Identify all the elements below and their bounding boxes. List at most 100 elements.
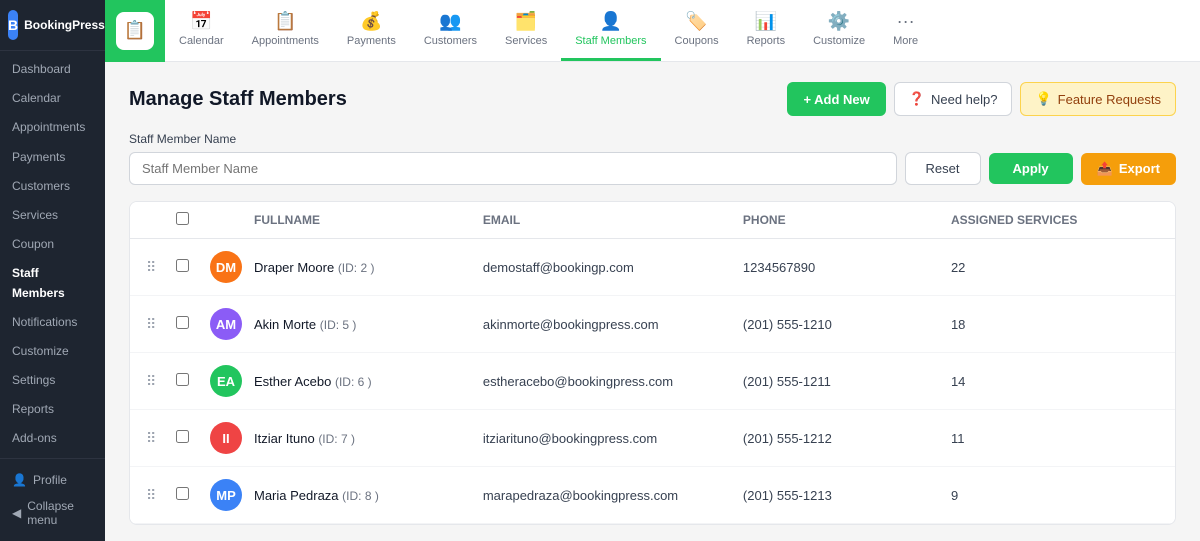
sidebar-item-payments[interactable]: Payments (0, 143, 105, 172)
sidebar-item-staff-members[interactable]: Staff Members (0, 259, 105, 307)
table-row: ⠿ II Itziar Ituno (ID: 7 ) itziarituno@b… (130, 410, 1175, 467)
avatar-circle: II (210, 422, 242, 454)
select-all-input[interactable] (176, 212, 189, 225)
appointments-nav-label: Appointments (252, 35, 319, 47)
nav-item-customize[interactable]: ⚙️Customize (799, 0, 879, 61)
staff-services: 11 (951, 431, 1159, 446)
app-logo: 📋 (105, 0, 165, 62)
calendar-nav-label: Calendar (179, 35, 224, 47)
staff-email: itziarituno@bookingpress.com (483, 431, 743, 446)
services-nav-icon: 🗂️ (515, 11, 537, 32)
sidebar-nav: DashboardCalendarAppointmentsPaymentsCus… (0, 51, 105, 458)
add-new-button[interactable]: + Add New (787, 82, 885, 116)
table-header: FullName Email Phone Assigned Services (130, 202, 1175, 239)
row-checkbox[interactable] (176, 316, 210, 332)
avatar: AM (210, 308, 254, 340)
customize-nav-label: Customize (813, 35, 865, 47)
staff-id: (ID: 2 ) (338, 261, 375, 275)
nav-item-more[interactable]: ···More (879, 0, 932, 61)
drag-handle-icon[interactable]: ⠿ (146, 373, 176, 390)
feature-requests-button[interactable]: 💡 Feature Requests (1020, 82, 1176, 116)
nav-item-staff-members[interactable]: 👤 Staff Members (561, 0, 660, 61)
row-check-input[interactable] (176, 316, 189, 329)
nav-item-calendar[interactable]: 📅 Calendar (165, 0, 238, 61)
avatar: DM (210, 251, 254, 283)
services-nav-label: Services (505, 35, 547, 47)
avatar: II (210, 422, 254, 454)
staff members-nav-icon: 👤 (600, 11, 622, 32)
sidebar-item-add-ons[interactable]: Add-ons (0, 424, 105, 453)
export-label: Export (1119, 161, 1160, 176)
appointments-nav-icon: 📋 (274, 11, 296, 32)
reports-nav-label: Reports (747, 35, 786, 47)
need-help-label: Need help? (931, 92, 998, 107)
sidebar-collapse-menu[interactable]: ◀ Collapse menu (0, 493, 105, 533)
nav-item-appointments[interactable]: 📋 Appointments (238, 0, 333, 61)
staff-id: (ID: 5 ) (320, 318, 357, 332)
apply-button[interactable]: Apply (989, 153, 1073, 184)
row-check-input[interactable] (176, 373, 189, 386)
staff-id: (ID: 6 ) (335, 375, 372, 389)
filter-controls: Reset Apply 📤 Export (129, 152, 1176, 185)
staff members-nav-label: Staff Members (575, 35, 646, 47)
sidebar-item-calendar[interactable]: Calendar (0, 84, 105, 113)
drag-handle-icon[interactable]: ⠿ (146, 430, 176, 447)
avatar-circle: DM (210, 251, 242, 283)
filter-label: Staff Member Name (129, 132, 1176, 146)
fullname-header: FullName (254, 213, 483, 227)
nav-item-payments[interactable]: 💰 Payments (333, 0, 410, 61)
table-row: ⠿ MP Maria Pedraza (ID: 8 ) marapedraza@… (130, 467, 1175, 524)
row-checkbox[interactable] (176, 430, 210, 446)
row-checkbox[interactable] (176, 373, 210, 389)
payments-nav-icon: 💰 (360, 11, 382, 32)
staff-name: Akin Morte (ID: 5 ) (254, 317, 483, 332)
sidebar-item-services[interactable]: Services (0, 201, 105, 230)
sidebar-item-customers[interactable]: Customers (0, 172, 105, 201)
nav-items: 📅 Calendar 📋 Appointments 💰 Payments 👥Customer… (165, 0, 1184, 61)
staff-services: 14 (951, 374, 1159, 389)
sidebar-item-appointments[interactable]: Appointments (0, 113, 105, 142)
calendar-nav-icon: 📅 (190, 11, 212, 32)
row-checkbox[interactable] (176, 259, 210, 275)
nav-item-customers[interactable]: 👥Customers (410, 0, 491, 61)
select-all-checkbox[interactable] (176, 212, 210, 228)
sidebar-item-customize[interactable]: Customize (0, 337, 105, 366)
staff-name: Maria Pedraza (ID: 8 ) (254, 488, 483, 503)
more-nav-icon: ··· (897, 11, 915, 32)
drag-handle-icon[interactable]: ⠿ (146, 316, 176, 333)
sidebar-profile-label: Profile (33, 473, 67, 487)
page-title: Manage Staff Members (129, 88, 347, 111)
row-check-input[interactable] (176, 430, 189, 443)
row-check-input[interactable] (176, 259, 189, 272)
table-row: ⠿ AM Akin Morte (ID: 5 ) akinmorte@booki… (130, 296, 1175, 353)
sidebar-item-notifications[interactable]: Notifications (0, 308, 105, 337)
search-input[interactable] (129, 152, 897, 185)
sidebar-item-dashboard[interactable]: Dashboard (0, 55, 105, 84)
phone-header: Phone (743, 213, 951, 227)
reset-button[interactable]: Reset (905, 152, 981, 185)
drag-handle-icon[interactable]: ⠿ (146, 259, 176, 276)
email-header: Email (483, 213, 743, 227)
need-help-button[interactable]: ❓ Need help? (894, 82, 1013, 116)
row-check-input[interactable] (176, 487, 189, 500)
payments-nav-label: Payments (347, 35, 396, 47)
sidebar-logo-text: BookingPress (24, 18, 105, 32)
table-row: ⠿ EA Esther Acebo (ID: 6 ) estheracebo@b… (130, 353, 1175, 410)
collapse-icon: ◀ (12, 506, 21, 520)
drag-handle-icon[interactable]: ⠿ (146, 487, 176, 504)
customers-nav-label: Customers (424, 35, 477, 47)
sidebar-profile[interactable]: 👤 Profile (0, 467, 105, 493)
feature-requests-label: Feature Requests (1058, 92, 1161, 107)
export-button[interactable]: 📤 Export (1081, 153, 1176, 185)
nav-item-reports[interactable]: 📊Reports (733, 0, 800, 61)
sidebar-item-settings[interactable]: Settings (0, 366, 105, 395)
sidebar-logo[interactable]: B BookingPress ◀ (0, 0, 105, 51)
sidebar-item-reports[interactable]: Reports (0, 395, 105, 424)
row-checkbox[interactable] (176, 487, 210, 503)
sidebar-bottom: 👤 Profile ◀ Collapse menu (0, 458, 105, 541)
manage-header: Manage Staff Members + Add New ❓ Need he… (129, 82, 1176, 116)
nav-item-services[interactable]: 🗂️ Services (491, 0, 561, 61)
staff-phone: (201) 555-1212 (743, 431, 951, 446)
nav-item-coupons[interactable]: 🏷️Coupons (661, 0, 733, 61)
sidebar-item-coupon[interactable]: Coupon (0, 230, 105, 259)
